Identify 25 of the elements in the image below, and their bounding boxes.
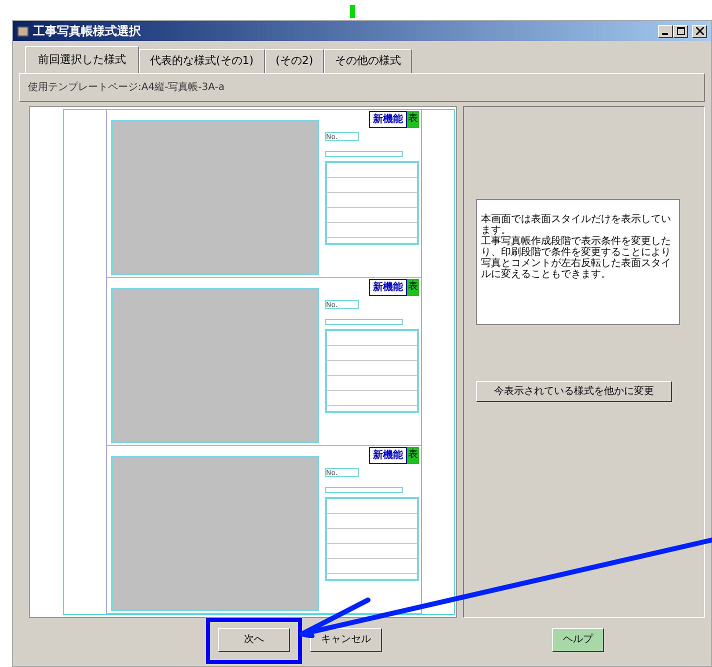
close-icon [696, 27, 704, 35]
tag-marker: 表 [407, 446, 419, 464]
tag-marker: 表 [407, 110, 419, 128]
tag-label: 新機能 [369, 446, 407, 464]
minimize-button[interactable] [658, 24, 673, 38]
app-icon [17, 25, 29, 37]
template-label: 使用テンプレートページ:A4縦-写真帳-3A-a [19, 72, 705, 102]
maximize-button[interactable] [673, 24, 688, 38]
tab[interactable]: その他の様式 [324, 49, 412, 72]
maximize-icon [676, 27, 684, 35]
help-button[interactable]: ヘルプ [552, 628, 604, 652]
info-text: 工事写真帳作成段階で表示条件を変更したり、印刷段階で条件を変更することにより写真とコメントが左右反転した表面スタイルに変えることもできます。 [481, 236, 672, 280]
info-text: 本画面では表面スタイルだけを表示しています。 [481, 214, 672, 236]
tab[interactable]: 代表的な様式(その1) [139, 49, 265, 72]
cancel-button[interactable]: キャンセル [310, 628, 382, 652]
tag-marker: 表 [407, 278, 419, 296]
marker [350, 5, 355, 18]
close-button[interactable] [692, 24, 707, 38]
tab[interactable]: (その2) [264, 49, 324, 72]
tag-label: 新機能 [369, 278, 407, 296]
tag-label: 新機能 [369, 110, 407, 128]
change-style-button[interactable]: 今表示されている様式を他かに変更 [476, 380, 672, 402]
next-button[interactable]: 次へ [218, 628, 290, 652]
window-title: 工事写真帳様式選択 [33, 23, 141, 40]
tab[interactable]: 前回選択した様式 [25, 46, 139, 72]
